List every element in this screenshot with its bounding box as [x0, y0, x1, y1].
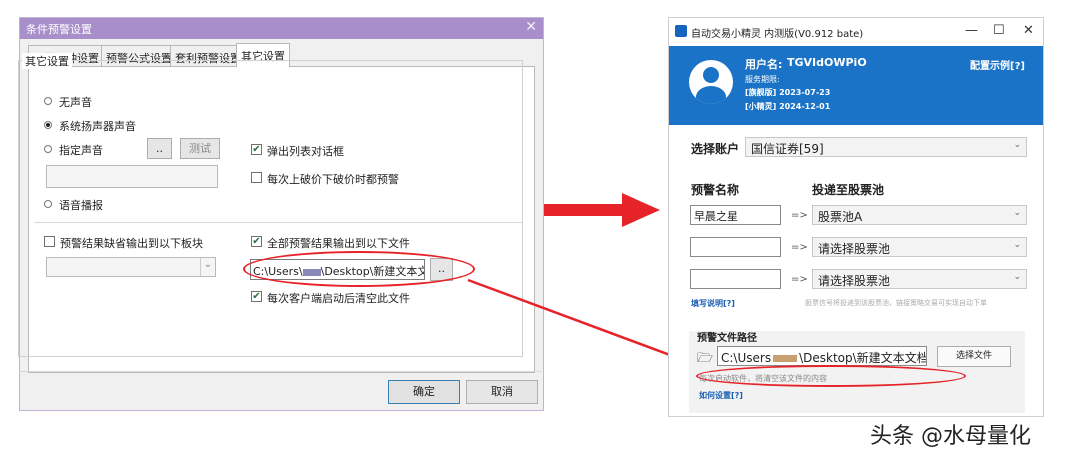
folder-icon: 🗁 [697, 351, 714, 366]
sprite-expiry: [小精灵] 2024-12-01 [745, 102, 831, 111]
avatar-icon [689, 60, 733, 104]
alert-file-path-input[interactable]: C:\Users \Desktop\新建文本文档.tx [717, 346, 927, 366]
alert-name-input-1[interactable]: 早晨之星 [690, 205, 781, 225]
maximize-icon[interactable]: ☐ [993, 23, 1005, 38]
redacted-block [773, 355, 798, 362]
account-select[interactable]: 国信证券[59] ⌄ [745, 137, 1027, 157]
trading-sprite-window: 自动交易小精灵 内测版(V0.912 bate) — ☐ ✕ 用户名: TGVI… [668, 17, 1044, 417]
username-label: 用户名: [745, 58, 783, 71]
close-icon[interactable]: ✕ [1023, 23, 1034, 38]
flagship-expiry: [旗舰版] 2023-07-23 [745, 88, 831, 97]
pool-select-2[interactable]: 请选择股票池 ⌄ [812, 237, 1027, 257]
username: TGVIdOWPiO [787, 56, 867, 69]
help-description: 股票信号将投递到该股票池，链接策略交易可实现自动下单 [805, 299, 987, 307]
choose-file-button[interactable]: 选择文件 [937, 346, 1011, 367]
pool-value-2: 请选择股票池 [818, 242, 891, 256]
pool-header: 投递至股票池 [812, 183, 885, 197]
how-to-link[interactable]: 如何设置[?] [699, 390, 743, 401]
alert-name-input-3[interactable] [690, 269, 781, 289]
config-example-link[interactable]: 配置示例[?] [970, 57, 1025, 72]
pool-select-1[interactable]: 股票池A ⌄ [812, 205, 1027, 225]
help-link[interactable]: 填写说明[?] [691, 298, 735, 309]
highlight-ellipse-right [696, 365, 966, 387]
pool-value-3: 请选择股票池 [818, 274, 891, 288]
chevron-down-icon: ⌄ [1013, 208, 1021, 218]
chevron-down-icon: ⌄ [1013, 272, 1021, 282]
chevron-down-icon: ⌄ [1013, 140, 1021, 150]
alert-name-input-2[interactable] [690, 237, 781, 257]
avatar-head [703, 67, 719, 83]
watermark: 头条 @水母量化 [870, 424, 1031, 449]
arrow-label: => [791, 210, 808, 221]
chevron-down-icon: ⌄ [1013, 240, 1021, 250]
service-period-label: 服务期限: [745, 75, 780, 84]
app-title: 自动交易小精灵 内测版(V0.912 bate) [691, 29, 864, 40]
path-prefix: C:\Users [721, 351, 772, 365]
path-suffix: \Desktop\新建文本文档.tx [799, 351, 927, 365]
arrow-label: => [791, 242, 808, 253]
avatar-body [696, 86, 726, 104]
account-label: 选择账户 [691, 142, 740, 156]
arrow-label: => [791, 274, 808, 285]
pool-select-3[interactable]: 请选择股票池 ⌄ [812, 269, 1027, 289]
alert-name-header: 预警名称 [691, 183, 740, 197]
pool-value-1: 股票池A [818, 210, 863, 224]
account-value: 国信证券[59] [751, 142, 824, 156]
big-arrow-right-icon [544, 193, 660, 227]
app-logo-icon [675, 25, 687, 37]
app-titlebar: 自动交易小精灵 内测版(V0.912 bate) — ☐ ✕ [669, 18, 1043, 46]
minimize-icon[interactable]: — [965, 23, 978, 38]
file-path-label: 预警文件路径 [697, 333, 757, 344]
user-banner: 用户名: TGVIdOWPiO 服务期限: [旗舰版] 2023-07-23 [… [669, 46, 1043, 125]
